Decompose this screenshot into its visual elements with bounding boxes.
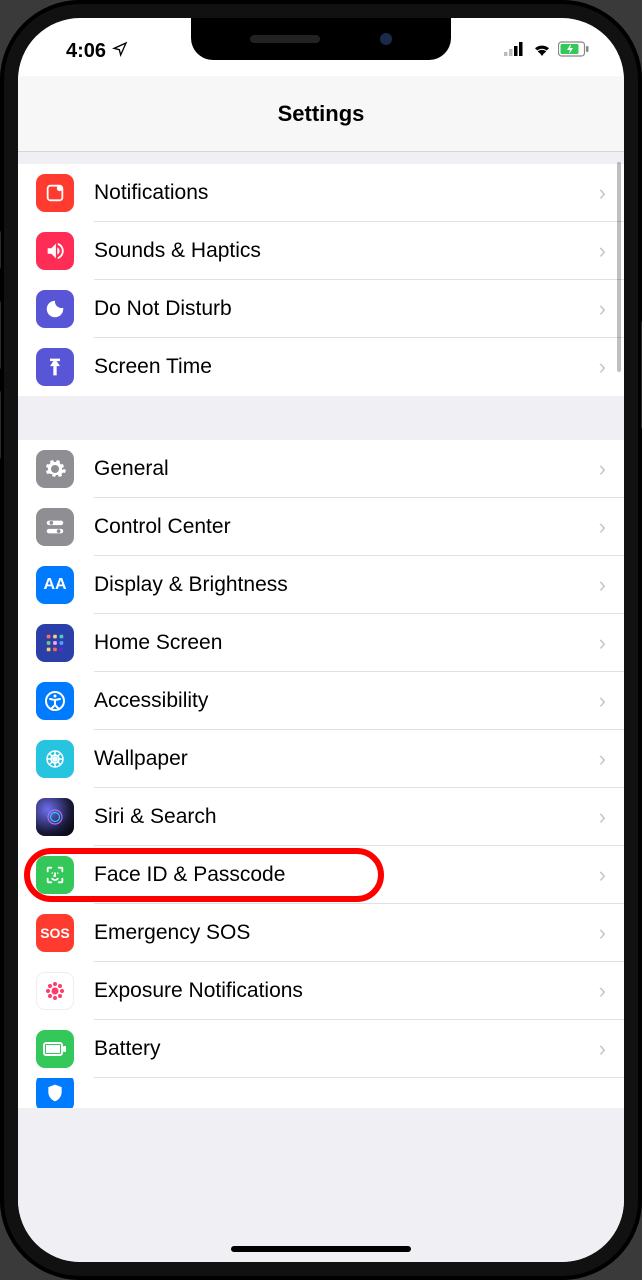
- device-frame: 4:06 Settings: [0, 0, 642, 1280]
- screen-time-icon: [36, 348, 74, 386]
- privacy-icon: [36, 1078, 74, 1108]
- row-notifications[interactable]: Notifications ›: [18, 164, 624, 222]
- row-sounds-haptics[interactable]: Sounds & Haptics ›: [18, 222, 624, 280]
- page-title: Settings: [278, 101, 365, 127]
- row-label: General: [94, 457, 599, 481]
- status-time: 4:06: [66, 40, 106, 63]
- chevron-right-icon: ›: [599, 1036, 606, 1062]
- volume-down-button[interactable]: [0, 390, 1, 460]
- settings-group-b: General › Control Center › AA D: [18, 440, 624, 1108]
- row-label: Home Screen: [94, 631, 599, 655]
- chevron-right-icon: ›: [599, 920, 606, 946]
- volume-up-button[interactable]: [0, 300, 1, 370]
- row-label: Control Center: [94, 515, 599, 539]
- screen: 4:06 Settings: [18, 18, 624, 1262]
- sos-glyph: SOS: [40, 925, 70, 941]
- cellular-signal-icon: [504, 42, 526, 61]
- row-face-id-passcode[interactable]: Face ID & Passcode ›: [18, 846, 624, 904]
- chevron-right-icon: ›: [599, 456, 606, 482]
- dnd-icon: [36, 290, 74, 328]
- row-label: Do Not Disturb: [94, 297, 599, 321]
- row-label: Display & Brightness: [94, 573, 599, 597]
- settings-list[interactable]: Notifications › Sounds & Haptics ›: [18, 152, 624, 1262]
- control-center-icon: [36, 508, 74, 546]
- chevron-right-icon: ›: [599, 804, 606, 830]
- row-home-screen[interactable]: Home Screen ›: [18, 614, 624, 672]
- wallpaper-icon: [36, 740, 74, 778]
- aa-glyph: AA: [43, 576, 66, 594]
- chevron-right-icon: ›: [599, 688, 606, 714]
- chevron-right-icon: ›: [599, 514, 606, 540]
- row-label: Exposure Notifications: [94, 979, 599, 1003]
- row-siri-search[interactable]: Siri & Search ›: [18, 788, 624, 846]
- chevron-right-icon: ›: [599, 296, 606, 322]
- front-camera: [380, 33, 392, 45]
- location-icon: [112, 40, 128, 63]
- home-screen-icon: [36, 624, 74, 662]
- row-label: Wallpaper: [94, 747, 599, 771]
- chevron-right-icon: ›: [599, 746, 606, 772]
- row-label: Face ID & Passcode: [94, 863, 599, 887]
- battery-icon: [558, 41, 590, 62]
- chevron-right-icon: ›: [599, 630, 606, 656]
- face-id-icon: [36, 856, 74, 894]
- chevron-right-icon: ›: [599, 978, 606, 1004]
- row-accessibility[interactable]: Accessibility ›: [18, 672, 624, 730]
- exposure-icon: [36, 972, 74, 1010]
- row-control-center[interactable]: Control Center ›: [18, 498, 624, 556]
- row-label: Emergency SOS: [94, 921, 599, 945]
- row-wallpaper[interactable]: Wallpaper ›: [18, 730, 624, 788]
- row-label: Battery: [94, 1037, 599, 1061]
- row-label: Screen Time: [94, 355, 599, 379]
- notifications-icon: [36, 174, 74, 212]
- nav-header: Settings: [18, 76, 624, 152]
- chevron-right-icon: ›: [599, 180, 606, 206]
- row-screen-time[interactable]: Screen Time ›: [18, 338, 624, 396]
- sounds-icon: [36, 232, 74, 270]
- row-emergency-sos[interactable]: SOS Emergency SOS ›: [18, 904, 624, 962]
- row-privacy-partial[interactable]: [18, 1078, 624, 1108]
- home-indicator[interactable]: [231, 1246, 411, 1252]
- chevron-right-icon: ›: [599, 572, 606, 598]
- row-general[interactable]: General ›: [18, 440, 624, 498]
- row-do-not-disturb[interactable]: Do Not Disturb ›: [18, 280, 624, 338]
- battery-row-icon: [36, 1030, 74, 1068]
- speaker-grille: [250, 35, 320, 43]
- row-label: Sounds & Haptics: [94, 239, 599, 263]
- row-exposure-notifications[interactable]: Exposure Notifications ›: [18, 962, 624, 1020]
- sos-icon: SOS: [36, 914, 74, 952]
- accessibility-icon: [36, 682, 74, 720]
- row-label: Siri & Search: [94, 805, 599, 829]
- scroll-indicator[interactable]: [617, 162, 621, 372]
- chevron-right-icon: ›: [599, 862, 606, 888]
- general-icon: [36, 450, 74, 488]
- display-icon: AA: [36, 566, 74, 604]
- mute-switch[interactable]: [0, 230, 1, 270]
- chevron-right-icon: ›: [599, 354, 606, 380]
- group-separator: [18, 396, 624, 440]
- wifi-icon: [532, 42, 552, 61]
- row-label: Accessibility: [94, 689, 599, 713]
- settings-group-a: Notifications › Sounds & Haptics ›: [18, 164, 624, 396]
- notch: [191, 18, 451, 60]
- group-separator: [18, 152, 624, 164]
- siri-icon: [36, 798, 74, 836]
- row-label: Notifications: [94, 181, 599, 205]
- row-battery[interactable]: Battery ›: [18, 1020, 624, 1078]
- chevron-right-icon: ›: [599, 238, 606, 264]
- row-display-brightness[interactable]: AA Display & Brightness ›: [18, 556, 624, 614]
